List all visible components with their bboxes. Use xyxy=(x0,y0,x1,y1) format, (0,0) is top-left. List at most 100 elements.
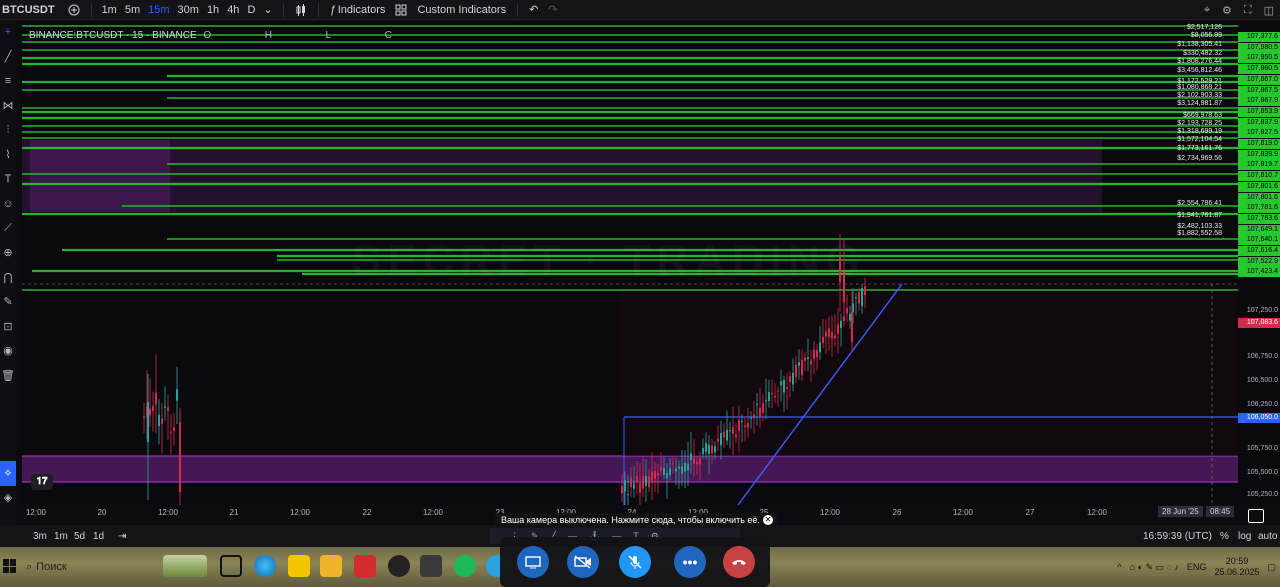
layers-icon[interactable]: ◈ xyxy=(0,486,16,511)
undo-button[interactable]: ↶ xyxy=(524,0,543,20)
price-label-level: 107,853.9 xyxy=(1238,106,1280,117)
lock-icon[interactable]: ⊡ xyxy=(0,314,16,339)
forecast-icon[interactable]: ⫶ xyxy=(0,118,16,143)
candle-body xyxy=(735,434,737,438)
chat-icon[interactable] xyxy=(1248,509,1264,523)
utc-clock[interactable]: 16:59:39 (UTC) xyxy=(1143,531,1212,542)
lock-drawing-icon[interactable]: ✎ xyxy=(0,290,16,315)
camera-off-banner[interactable]: Ваша камера выключена. Нажмите сюда, что… xyxy=(495,513,777,527)
auto-toggle[interactable]: auto xyxy=(1258,531,1277,542)
trendline-icon[interactable]: ╱ xyxy=(0,45,16,70)
timeframe-15m[interactable]: 15m xyxy=(144,4,173,16)
candle-body xyxy=(633,483,635,489)
pattern-icon[interactable]: ⋈ xyxy=(0,94,16,119)
camera-icon[interactable]: ◫ xyxy=(1264,4,1274,17)
trash-icon[interactable]: 🗑 xyxy=(0,363,16,388)
text-icon[interactable]: T xyxy=(0,167,16,192)
fullscreen-icon[interactable]: ⛶ xyxy=(1244,4,1252,17)
layouts-button[interactable] xyxy=(390,0,412,20)
range-3m[interactable]: 3m xyxy=(33,531,47,542)
zoom-icon[interactable]: ⊕ xyxy=(0,241,16,266)
search-icon: ⌕ xyxy=(26,560,33,573)
candles-type-button[interactable] xyxy=(290,0,312,20)
candle-body xyxy=(690,453,692,461)
percent-toggle[interactable]: % xyxy=(1220,531,1229,542)
tray-clock[interactable]: 20:59 25.06.2025 xyxy=(1214,556,1259,578)
tray-arrow-icon[interactable]: ^ xyxy=(1117,562,1121,572)
gear-icon[interactable]: ⚙ xyxy=(1222,4,1232,17)
alert-icon[interactable]: ⌖ xyxy=(1204,4,1210,17)
candle-body xyxy=(693,457,695,464)
emoji-icon[interactable]: ☺ xyxy=(0,192,16,217)
crosshair-icon[interactable]: + xyxy=(0,20,16,45)
calculator-icon[interactable] xyxy=(420,555,442,577)
close-icon[interactable]: ✕ xyxy=(763,515,773,525)
candle-body xyxy=(732,426,734,434)
time-tick: 12:00 xyxy=(422,508,444,517)
timeframe-1m[interactable]: 1m xyxy=(98,4,121,16)
chart-pane[interactable]: SECRET · TRADING BINANCE:BTCUSDT · 15 · … xyxy=(22,22,1238,505)
app-yellow-icon[interactable] xyxy=(288,555,310,577)
candle-body xyxy=(687,463,689,471)
candle-body xyxy=(648,476,650,488)
fib-icon[interactable]: ≡ xyxy=(0,69,16,94)
candle-body xyxy=(143,416,145,419)
candle-body xyxy=(708,444,710,454)
brush-icon[interactable]: ⌇ xyxy=(0,143,16,168)
notifications-icon[interactable]: ▢ xyxy=(1267,562,1276,573)
add-symbol-button[interactable] xyxy=(63,0,85,20)
timeframe-4h[interactable]: 4h xyxy=(223,4,243,16)
timeframe-d[interactable]: D xyxy=(243,4,259,16)
range-1d[interactable]: 1d xyxy=(93,531,104,542)
tray-date: 25.06.2025 xyxy=(1214,567,1260,577)
volume-value-tag: $1,138,305.41 xyxy=(1177,41,1222,48)
redo-button[interactable]: ↷ xyxy=(543,0,562,20)
ruler-icon[interactable]: ⟋ xyxy=(0,216,16,241)
screen-share-button[interactable] xyxy=(517,546,549,578)
task-view-icon[interactable] xyxy=(220,555,242,577)
edge-icon[interactable] xyxy=(254,555,276,577)
range-5d[interactable]: 5d xyxy=(74,531,85,542)
game-app-icon[interactable] xyxy=(163,555,207,577)
price-label-level: 107,839.9 xyxy=(1238,149,1280,160)
object-tree-icon[interactable]: ⟡ xyxy=(0,461,16,486)
range-1m[interactable]: 1m xyxy=(54,531,68,542)
price-label-level: 107,867.0 xyxy=(1238,74,1280,85)
end-call-button[interactable] xyxy=(723,546,755,578)
language-indicator[interactable]: ENG xyxy=(1187,562,1207,572)
more-options-button[interactable]: ••• xyxy=(674,546,706,578)
magnet-icon[interactable]: ⋂ xyxy=(0,265,16,290)
candle-body xyxy=(855,297,857,299)
timeframe-5m[interactable]: 5m xyxy=(121,4,144,16)
app-red-icon[interactable] xyxy=(354,555,376,577)
candle-body xyxy=(627,494,629,496)
symbol-search[interactable]: BTCUSDT xyxy=(0,4,63,16)
app-dark-icon[interactable] xyxy=(388,555,410,577)
indicators-button[interactable]: ƒ Indicators xyxy=(325,0,391,20)
taskbar-search[interactable]: ⌕ Поиск xyxy=(26,556,156,578)
date-range-icon[interactable]: ⇥ xyxy=(118,531,126,542)
log-toggle[interactable]: log xyxy=(1238,531,1251,542)
tray-icons[interactable]: ⌂ ◐ ✎ ▭ ◌ ♪ xyxy=(1130,562,1179,573)
candle-body xyxy=(828,328,830,337)
time-tick: 12:00 xyxy=(157,508,179,517)
candle-body xyxy=(681,466,683,474)
price-label-level: 107,819.0 xyxy=(1238,139,1280,149)
timeframe-1h[interactable]: 1h xyxy=(203,4,223,16)
candle-body xyxy=(651,471,653,481)
camera-toggle-button[interactable] xyxy=(567,546,599,578)
explorer-icon[interactable] xyxy=(320,555,342,577)
price-axis[interactable]: 107,377.6 107,980.5 107,950.5 107,860.5 107,… xyxy=(1238,22,1280,505)
price-label-level: 107,763.6 xyxy=(1238,213,1280,224)
candle-body xyxy=(167,407,169,412)
custom-indicators-button[interactable]: Custom Indicators xyxy=(412,0,511,20)
mic-toggle-button[interactable] xyxy=(619,546,651,578)
tv-logo[interactable]: 𝟏𝟕 xyxy=(31,474,53,490)
spotify-icon[interactable] xyxy=(454,555,476,577)
timeframe-30m[interactable]: 30m xyxy=(174,4,203,16)
candle-body xyxy=(798,362,800,366)
windows-start-icon[interactable] xyxy=(3,559,17,573)
undo-icon: ↶ xyxy=(529,4,539,16)
chevron-down-icon[interactable]: ⌄ xyxy=(259,3,276,16)
eye-icon[interactable]: ◉ xyxy=(0,339,16,364)
